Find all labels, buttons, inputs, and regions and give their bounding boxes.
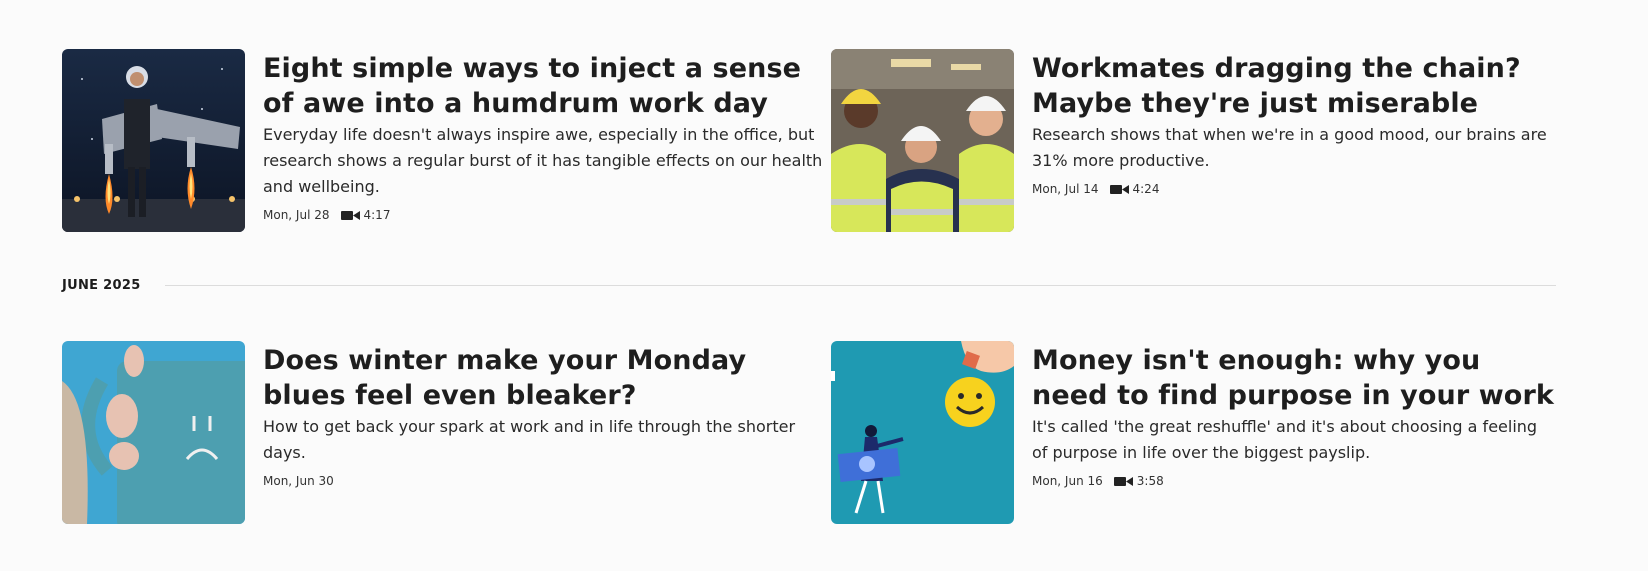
money-and-smile-image [831,341,1014,524]
article-thumbnail[interactable] [62,49,245,232]
article-date: Mon, Jun 30 [263,474,334,488]
article-title[interactable]: Does winter make your Monday blues feel … [263,343,831,413]
month-label: JUNE 2025 [62,278,141,293]
video-duration: 4:17 [340,208,391,222]
article-date: Mon, Jun 16 [1032,474,1103,488]
article-row: Does winter make your Monday blues feel … [62,341,1556,524]
article-meta: Mon, Jun 30 [263,473,831,489]
duration-text: 4:24 [1132,182,1160,196]
article-card[interactable]: Money isn't enough: why you need to find… [831,341,1556,524]
video-duration: 3:58 [1113,474,1164,488]
article-title[interactable]: Workmates dragging the chain? Maybe they… [1032,51,1556,121]
jetpack-businessman-image [62,49,245,232]
article-feed: Eight simple ways to inject a sense of a… [0,0,1648,571]
article-description: It's called 'the great reshuffle' and it… [1032,417,1538,462]
article-title[interactable]: Eight simple ways to inject a sense of a… [263,51,831,121]
article-row: Eight simple ways to inject a sense of a… [62,49,1556,232]
construction-workers-image [831,49,1014,232]
article-description: Research shows that when we're in a good… [1032,125,1547,170]
video-camera-icon [1113,476,1133,486]
article-card[interactable]: Eight simple ways to inject a sense of a… [62,49,831,232]
video-camera-icon [340,210,360,220]
sad-mug-image [62,341,245,524]
article-thumbnail[interactable] [62,341,245,524]
article-date: Mon, Jul 14 [1032,182,1099,196]
article-date: Mon, Jul 28 [263,208,330,222]
article-title[interactable]: Money isn't enough: why you need to find… [1032,343,1556,413]
video-camera-icon [1109,184,1129,194]
article-card[interactable]: Does winter make your Monday blues feel … [62,341,831,524]
month-divider: JUNE 2025 [62,278,1556,293]
article-meta: Mon, Jul 14 4:24 [1032,181,1556,197]
article-description: How to get back your spark at work and i… [263,417,796,462]
article-card[interactable]: Workmates dragging the chain? Maybe they… [831,49,1556,232]
duration-text: 4:17 [363,208,391,222]
article-meta: Mon, Jul 28 4:17 [263,207,831,223]
article-thumbnail[interactable] [831,49,1014,232]
article-thumbnail[interactable] [831,341,1014,524]
divider-line [164,285,1556,286]
duration-text: 3:58 [1136,474,1164,488]
video-duration: 4:24 [1109,182,1160,196]
article-meta: Mon, Jun 16 3:58 [1032,473,1556,489]
article-description: Everyday life doesn't always inspire awe… [263,125,823,196]
